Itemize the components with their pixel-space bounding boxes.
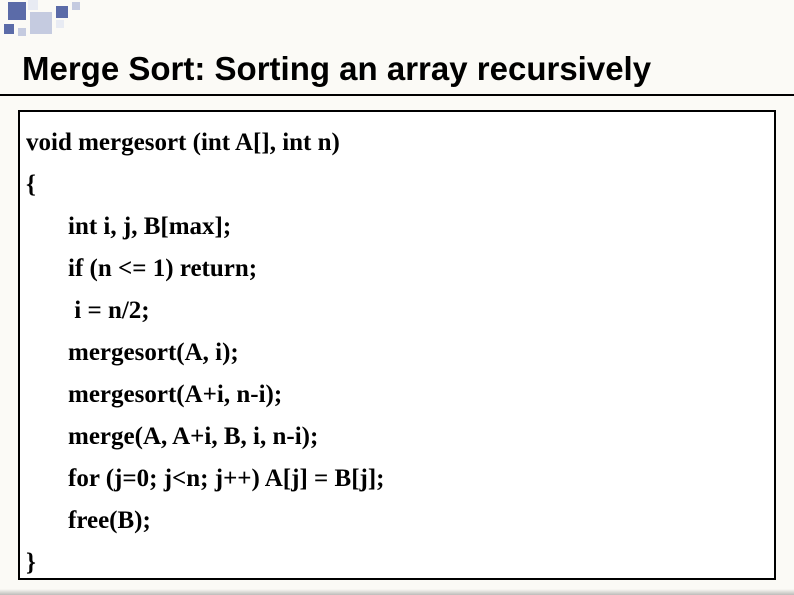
corner-decoration <box>0 0 160 45</box>
code-line: merge(A, A+i, B, i, n-i); <box>26 416 768 458</box>
code-line: void mergesort (int A[], int n) <box>26 122 768 164</box>
code-line: for (j=0; j<n; j++) A[j] = B[j]; <box>26 458 768 500</box>
slide-title: Merge Sort: Sorting an array recursively <box>22 50 651 88</box>
code-line: mergesort(A, i); <box>26 332 768 374</box>
code-line: if (n <= 1) return; <box>26 248 768 290</box>
code-line: } <box>26 542 768 584</box>
code-line: free(B); <box>26 500 768 542</box>
bottom-shadow <box>0 589 794 595</box>
code-box: void mergesort (int A[], int n) { int i,… <box>18 110 776 580</box>
title-underline <box>0 94 794 96</box>
code-line: i = n/2; <box>26 290 768 332</box>
code-line: mergesort(A+i, n-i); <box>26 374 768 416</box>
code-line: { <box>26 164 768 206</box>
code-line: int i, j, B[max]; <box>26 206 768 248</box>
